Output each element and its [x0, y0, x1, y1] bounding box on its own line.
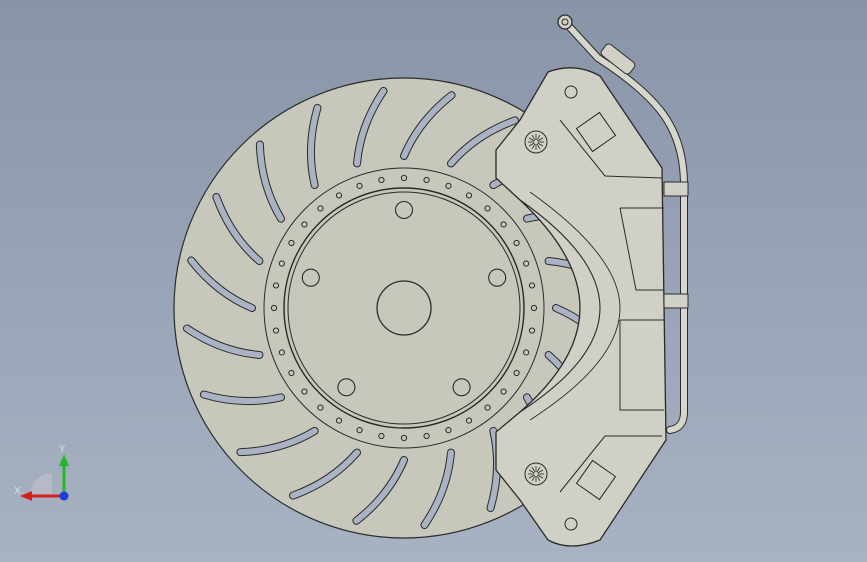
- bobbin-hole: [288, 239, 295, 247]
- bobbin-hole: [301, 221, 308, 228]
- bobbin-hole: [484, 205, 491, 212]
- bobbin-hole: [530, 304, 538, 312]
- caliper-bolt-top: [564, 85, 578, 99]
- brake-line-clip-mid: [663, 293, 689, 309]
- bobbin-hole: [378, 176, 385, 184]
- lug-hole: [452, 378, 471, 397]
- bobbin-hole: [356, 427, 363, 434]
- bobbin-hole: [523, 349, 530, 356]
- bobbin-hole: [317, 205, 324, 212]
- bobbin-hole: [400, 174, 408, 182]
- lug-hole: [394, 200, 414, 220]
- reference-triad: Y X: [14, 444, 69, 501]
- bobbin-hole: [278, 349, 285, 356]
- brake-line-clip-top: [663, 181, 689, 197]
- bobbin-hole: [523, 260, 530, 267]
- caliper-fitting-top: [524, 130, 548, 154]
- bobbin-hole: [278, 260, 285, 267]
- lug-hole: [488, 268, 507, 287]
- bobbin-hole: [270, 304, 278, 312]
- lug-hole: [301, 268, 320, 287]
- bobbin-hole: [272, 327, 280, 334]
- bobbin-hole: [500, 388, 507, 395]
- graphics-viewport[interactable]: Y X: [0, 0, 867, 562]
- bobbin-hole: [500, 221, 507, 228]
- bobbin-hole: [423, 176, 430, 184]
- triad-plane: [30, 473, 52, 495]
- bobbin-hole: [301, 388, 308, 395]
- y-axis-label: Y: [58, 444, 66, 455]
- model-view[interactable]: [0, 0, 867, 562]
- bobbin-hole: [445, 427, 452, 434]
- bobbin-hole: [335, 417, 343, 424]
- caliper-bolt-bottom: [564, 517, 578, 531]
- bobbin-hole: [528, 327, 536, 334]
- bobbin-hole: [400, 434, 408, 442]
- lug-hole: [337, 378, 356, 397]
- bobbin-hole: [445, 182, 452, 189]
- bobbin-hole: [484, 404, 491, 411]
- bobbin-hole: [465, 192, 473, 199]
- y-arrow-icon: [59, 454, 69, 466]
- caliper-fitting-bottom: [524, 462, 548, 486]
- z-axis-dot: [59, 491, 69, 501]
- bobbin-hole: [356, 182, 363, 189]
- brake-line-end: [557, 14, 573, 30]
- x-axis-label: X: [14, 486, 21, 497]
- bobbin-hole: [378, 432, 385, 440]
- bobbin-hole: [528, 282, 536, 289]
- bobbin-hole: [513, 239, 520, 247]
- bobbin-hole: [465, 417, 473, 424]
- bobbin-hole: [513, 369, 520, 377]
- bobbin-hole: [272, 282, 280, 289]
- bobbin-hole: [288, 369, 295, 377]
- bobbin-hole: [423, 432, 430, 440]
- x-arrow-icon: [20, 491, 32, 501]
- bobbin-hole: [335, 192, 343, 199]
- bobbin-hole: [317, 404, 324, 411]
- center-bore: [376, 280, 432, 336]
